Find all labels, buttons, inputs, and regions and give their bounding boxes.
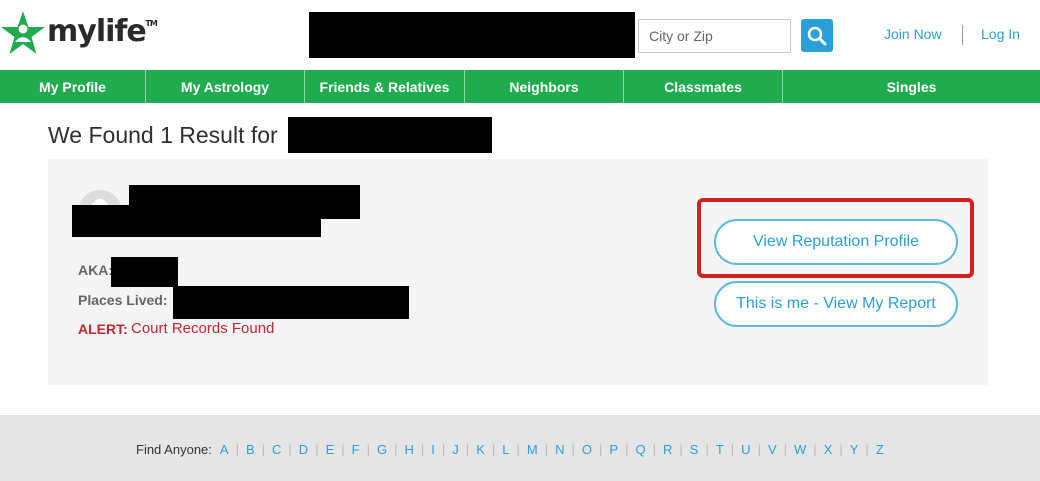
letter-link[interactable]: A (220, 442, 229, 457)
letter-link[interactable]: T (716, 442, 724, 457)
log-in-link[interactable]: Log In (981, 26, 1020, 42)
places-lived-label: Places Lived: (78, 292, 168, 308)
join-now-link[interactable]: Join Now (884, 26, 942, 42)
nav-my-astrology[interactable]: My Astrology (146, 70, 305, 103)
letter-link[interactable]: R (663, 442, 672, 457)
letter-link[interactable]: W (794, 442, 806, 457)
letter-link[interactable]: G (377, 442, 387, 457)
header: mylifeTM Join Now Log In (0, 0, 1040, 70)
letter-link[interactable]: F (352, 442, 360, 457)
search-icon (807, 26, 827, 45)
nav-my-profile[interactable]: My Profile (0, 70, 146, 103)
alert-label: ALERT: (78, 321, 128, 337)
main-nav: My Profile My Astrology Friends & Relati… (0, 70, 1040, 103)
letter-link[interactable]: Z (876, 442, 884, 457)
letter-link[interactable]: I (431, 442, 435, 457)
redacted-aka-value (111, 257, 178, 287)
letter-link[interactable]: U (741, 442, 750, 457)
nav-friends-relatives[interactable]: Friends & Relatives (305, 70, 465, 103)
letter-link[interactable]: Q (635, 442, 645, 457)
search-button[interactable] (801, 19, 833, 52)
letter-link[interactable]: D (299, 442, 308, 457)
letter-link[interactable]: K (476, 442, 485, 457)
letter-link[interactable]: N (555, 442, 564, 457)
redacted-search-term (288, 117, 492, 153)
results-heading: We Found 1 Result for (48, 122, 278, 148)
view-my-report-button[interactable]: This is me - View My Report (714, 281, 958, 327)
letter-link[interactable]: P (609, 442, 618, 457)
letter-link[interactable]: Y (850, 442, 859, 457)
letter-link[interactable]: C (272, 442, 281, 457)
city-zip-input[interactable] (638, 19, 791, 53)
letter-link[interactable]: E (326, 442, 335, 457)
court-records-alert[interactable]: Court Records Found (131, 320, 274, 337)
header-divider (962, 25, 963, 45)
nav-neighbors[interactable]: Neighbors (465, 70, 624, 103)
letter-link[interactable]: X (824, 442, 833, 457)
letter-link[interactable]: B (246, 442, 255, 457)
letter-link[interactable]: L (502, 442, 509, 457)
star-person-icon (1, 11, 45, 54)
page: mylifeTM Join Now Log In My Profile My A… (0, 0, 1040, 481)
redacted-places-value (173, 286, 409, 319)
letter-link[interactable]: S (690, 442, 699, 457)
redacted-name-field (309, 12, 635, 58)
find-anyone-bar: Find Anyone: A | B | C | D | E | F | G | H | I | … (136, 442, 884, 457)
letter-link[interactable]: M (527, 442, 538, 457)
view-reputation-profile-button[interactable]: View Reputation Profile (714, 219, 958, 265)
logo-trademark: TM (145, 18, 157, 28)
letter-link[interactable]: O (582, 442, 592, 457)
redacted-person-age (72, 205, 321, 237)
letter-link[interactable]: V (768, 442, 777, 457)
nav-classmates[interactable]: Classmates (624, 70, 783, 103)
logo-text: mylife TM (47, 13, 158, 49)
mylife-logo[interactable]: mylife TM (0, 8, 158, 58)
letter-link[interactable]: H (405, 442, 414, 457)
find-anyone-label: Find Anyone: (136, 442, 212, 457)
letter-link[interactable]: J (452, 442, 459, 457)
aka-label: AKA: (78, 262, 113, 278)
nav-singles[interactable]: Singles (783, 70, 1040, 103)
